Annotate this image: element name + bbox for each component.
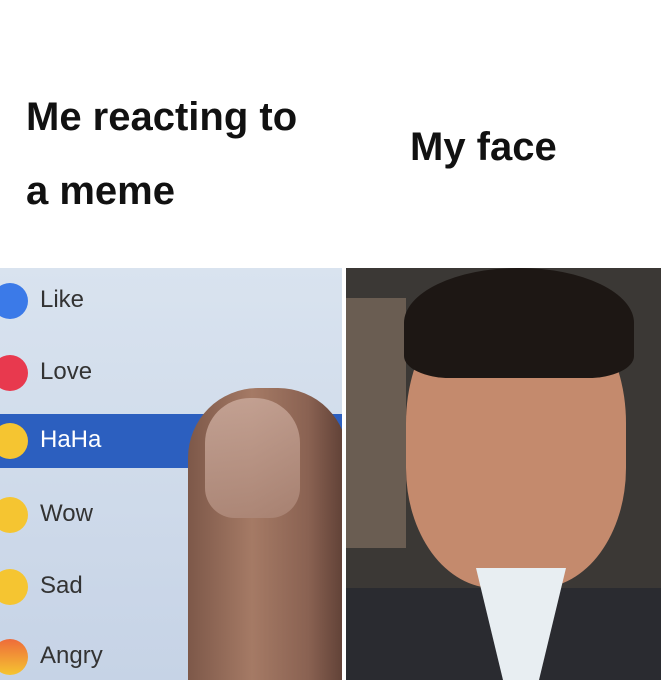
background-shelf xyxy=(346,298,406,548)
hair xyxy=(404,268,634,378)
haha-icon xyxy=(0,423,28,459)
reaction-menu-panel: Like Love HaHa Wow Sad Angry xyxy=(0,268,342,680)
caption-right: My face xyxy=(410,125,557,169)
reaction-label: Love xyxy=(40,358,93,385)
face-photo xyxy=(346,268,661,680)
reaction-label: Sad xyxy=(40,572,83,599)
thumbnail-image xyxy=(205,398,300,518)
reaction-label: Wow xyxy=(40,500,93,527)
reaction-label: Like xyxy=(40,286,85,313)
reaction-like[interactable]: Like xyxy=(0,274,342,328)
reaction-label: Angry xyxy=(40,642,103,669)
love-icon xyxy=(0,355,28,391)
sad-icon xyxy=(0,569,28,605)
reaction-label: HaHa xyxy=(40,426,102,453)
angry-icon xyxy=(0,639,28,675)
caption-left: Me reacting to a meme xyxy=(26,95,298,213)
wow-icon xyxy=(0,497,28,533)
like-icon xyxy=(0,283,28,319)
